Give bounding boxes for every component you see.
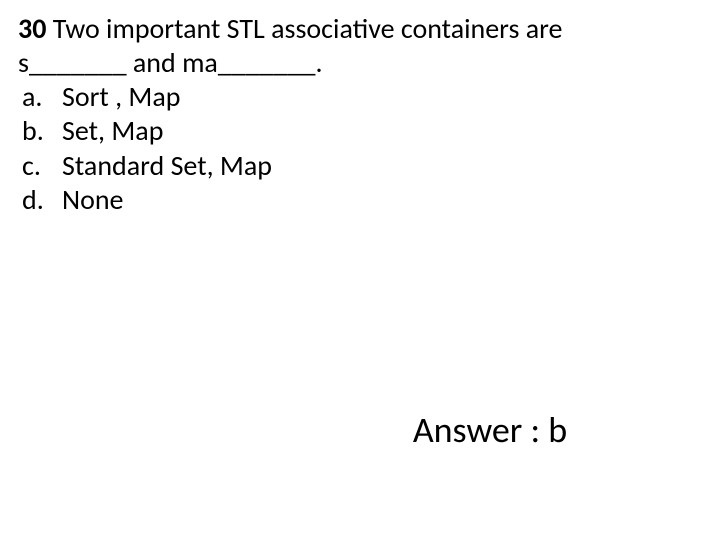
option-text-d: None — [62, 183, 123, 217]
question-line-2: s_______ and ma_______. — [18, 46, 702, 80]
option-label-d: d. — [22, 183, 62, 217]
option-text-c: Standard Set, Map — [62, 149, 272, 183]
list-item: a. Sort , Map — [18, 80, 702, 114]
option-label-c: c. — [22, 149, 62, 183]
question-block: 30 Two important STL associative contain… — [18, 12, 702, 217]
option-text-a: Sort , Map — [62, 80, 180, 114]
question-number: 30 — [18, 11, 46, 46]
list-item: b. Set, Map — [18, 114, 702, 148]
slide: 30 Two important STL associative contain… — [0, 0, 720, 540]
option-text-b: Set, Map — [62, 114, 163, 148]
option-label-a: a. — [22, 80, 62, 114]
question-line-1: 30 Two important STL associative contain… — [18, 12, 702, 46]
answer-block: Answer : b — [0, 408, 720, 452]
option-label-b: b. — [22, 114, 62, 148]
answer-text: Answer : b — [413, 408, 567, 452]
list-item: d. None — [18, 183, 702, 217]
list-item: c. Standard Set, Map — [18, 149, 702, 183]
question-text-line1: Two important STL associative containers… — [46, 11, 562, 46]
options-list: a. Sort , Map b. Set, Map c. Standard Se… — [18, 80, 702, 217]
